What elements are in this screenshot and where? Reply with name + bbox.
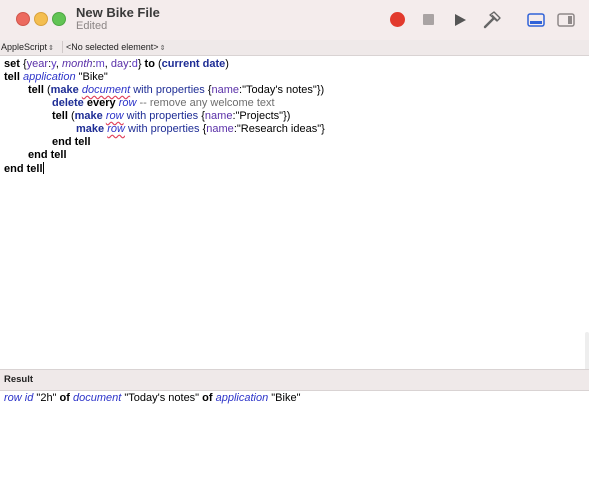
minimize-window-button[interactable] — [34, 12, 48, 26]
language-popup[interactable]: AppleScript⇕ — [0, 41, 54, 53]
splitter-handle[interactable] — [585, 332, 589, 372]
code-line: delete every row -- remove any welcome t… — [52, 97, 275, 109]
title-bar: New Bike File Edited — [0, 0, 589, 41]
navigation-bar: AppleScript⇕ <No selected element>⇕ — [0, 40, 589, 56]
show-result-panel-button[interactable] — [526, 10, 546, 30]
language-label: AppleScript — [1, 42, 48, 52]
code-line: end tell — [52, 136, 91, 148]
side-panel-icon — [557, 13, 575, 27]
close-window-button[interactable] — [16, 12, 30, 26]
popup-chevron-icon: ⇕ — [48, 45, 54, 52]
stop-icon — [423, 14, 434, 25]
code-line: tell (make document with properties {nam… — [28, 84, 325, 96]
element-label: <No selected element> — [66, 42, 159, 52]
script-editor[interactable]: set {year:y, month:m, day:d} to (current… — [0, 56, 589, 368]
show-sidebar-button[interactable] — [556, 10, 576, 30]
code-line: make row with properties {name:"Research… — [76, 123, 325, 135]
element-popup[interactable]: <No selected element>⇕ — [62, 41, 165, 53]
bottom-panel-icon — [527, 13, 545, 27]
hammer-icon — [483, 11, 501, 29]
code-line: tell application "Bike" — [4, 71, 108, 83]
code-line: tell (make row with properties {name:"Pr… — [52, 110, 291, 122]
play-icon — [455, 14, 466, 26]
text-cursor — [42, 162, 44, 174]
stop-button[interactable] — [419, 10, 439, 30]
code-line: set {year:y, month:m, day:d} to (current… — [4, 58, 229, 70]
window-subtitle: Edited — [76, 20, 108, 32]
compile-button[interactable] — [482, 10, 502, 30]
code-line: end tell — [28, 149, 67, 161]
result-text: row id "2h" of document "Today's notes" … — [4, 392, 301, 404]
zoom-window-button[interactable] — [52, 12, 66, 26]
popup-chevron-icon: ⇕ — [159, 45, 166, 52]
window-title: New Bike File — [76, 5, 160, 20]
record-icon — [390, 12, 405, 27]
code-line: end tell — [4, 162, 44, 175]
run-button[interactable] — [450, 10, 470, 30]
result-pane-header: Result — [0, 369, 589, 391]
record-button[interactable] — [388, 10, 408, 30]
result-title: Result — [4, 374, 34, 385]
